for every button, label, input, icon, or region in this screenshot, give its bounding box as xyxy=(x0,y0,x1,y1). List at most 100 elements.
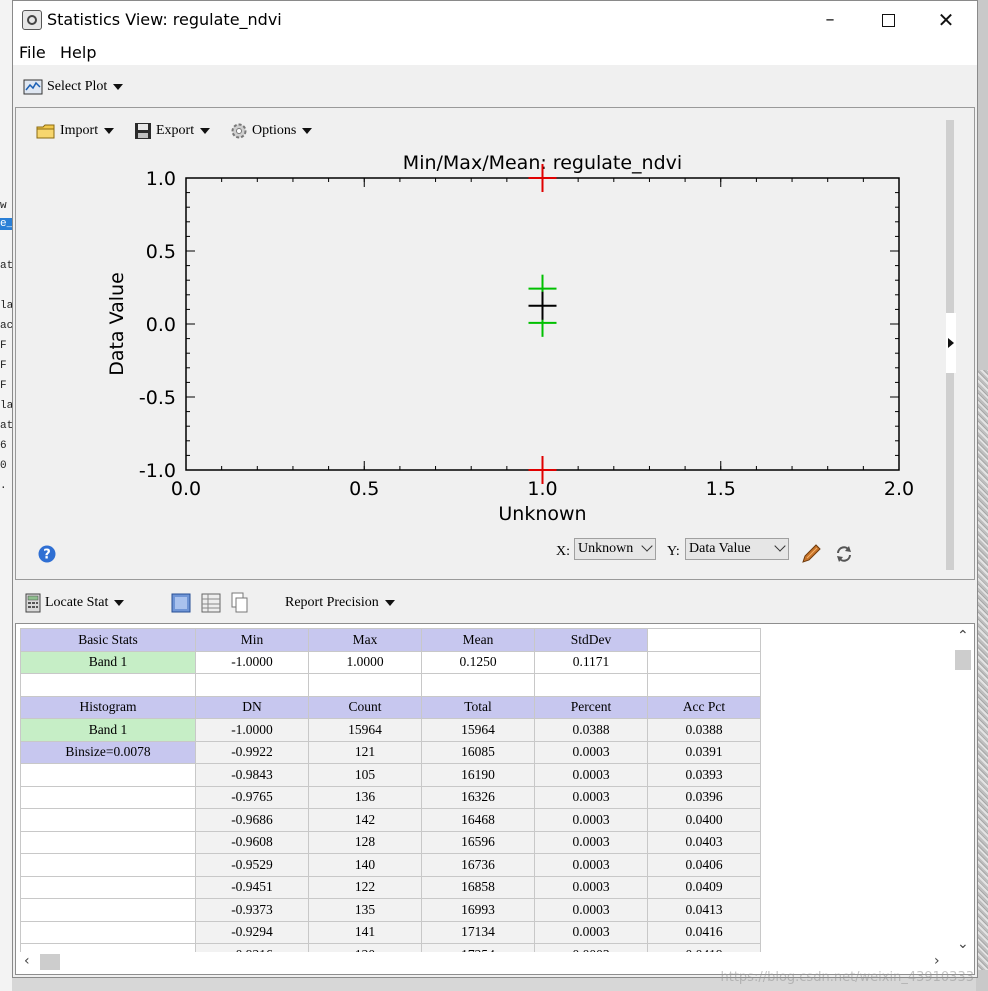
table-cell[interactable]: -0.9608 xyxy=(195,830,309,854)
empty-cell[interactable] xyxy=(647,650,761,674)
table-cell[interactable]: 0.0416 xyxy=(647,920,761,944)
table-cell[interactable]: 0.0003 xyxy=(534,830,648,854)
table-cell[interactable]: 135 xyxy=(308,898,422,922)
table-cell[interactable]: 17134 xyxy=(421,920,535,944)
empty-cell[interactable] xyxy=(760,673,846,696)
empty-cell[interactable] xyxy=(760,808,846,831)
collapse-panel-handle[interactable] xyxy=(946,313,956,373)
binsize-label[interactable]: Binsize=0.0078 xyxy=(20,740,196,764)
table-cell[interactable]: 0.0003 xyxy=(534,853,648,877)
table-cell[interactable]: 0.1171 xyxy=(534,650,648,674)
table-cell[interactable]: 121 xyxy=(308,740,422,764)
table-cell[interactable]: -0.9451 xyxy=(195,875,309,899)
table-cell[interactable]: 0.0003 xyxy=(534,898,648,922)
vertical-scroll-thumb[interactable] xyxy=(955,650,971,670)
table-cell[interactable]: 0.0396 xyxy=(647,785,761,809)
table-cell[interactable]: 128 xyxy=(308,830,422,854)
table-cell[interactable]: 142 xyxy=(308,808,422,832)
empty-cell[interactable] xyxy=(760,628,846,651)
table-cell[interactable]: 1.0000 xyxy=(308,650,422,674)
table-cell[interactable]: -1.0000 xyxy=(195,718,309,742)
x-axis-select[interactable]: Unknown xyxy=(574,538,656,560)
table-cell[interactable]: -0.9765 xyxy=(195,785,309,809)
menu-help[interactable]: Help xyxy=(60,43,96,62)
table-cell[interactable]: 0.0403 xyxy=(647,830,761,854)
table-cell[interactable]: 16596 xyxy=(421,830,535,854)
table-cell[interactable]: 0.0413 xyxy=(647,898,761,922)
menu-file[interactable]: File xyxy=(19,43,46,62)
table-cell[interactable]: 0.0003 xyxy=(534,808,648,832)
empty-cell[interactable] xyxy=(760,853,846,876)
layout-single-icon[interactable] xyxy=(171,593,191,613)
horizontal-scroll-thumb[interactable] xyxy=(40,954,60,970)
row-label[interactable]: Band 1 xyxy=(20,650,196,674)
copy-icon[interactable] xyxy=(231,592,249,614)
empty-cell[interactable] xyxy=(647,628,761,652)
y-axis-select[interactable]: Data Value xyxy=(685,538,789,560)
table-cell[interactable]: 16190 xyxy=(421,763,535,787)
table-cell[interactable]: 0.0409 xyxy=(647,875,761,899)
empty-cell[interactable] xyxy=(760,651,846,674)
empty-cell[interactable] xyxy=(20,853,196,877)
empty-cell[interactable] xyxy=(421,673,535,697)
table-cell[interactable]: 16736 xyxy=(421,853,535,877)
edit-plot-icon[interactable] xyxy=(800,542,822,564)
table-cell[interactable]: 0.0003 xyxy=(534,875,648,899)
column-header[interactable]: Percent xyxy=(534,695,648,719)
empty-cell[interactable] xyxy=(760,921,846,944)
scroll-left-icon[interactable]: ‹ xyxy=(24,953,30,969)
vertical-scrollbar[interactable]: ⌃ ⌄ xyxy=(954,626,972,952)
layout-table-icon[interactable] xyxy=(201,593,221,613)
scroll-right-icon[interactable]: › xyxy=(934,953,940,969)
table-cell[interactable]: -0.9843 xyxy=(195,763,309,787)
column-header[interactable]: Histogram xyxy=(20,695,196,719)
empty-cell[interactable] xyxy=(20,673,196,697)
empty-cell[interactable] xyxy=(20,808,196,832)
minimize-button[interactable]: – xyxy=(801,1,859,39)
empty-cell[interactable] xyxy=(534,673,648,697)
table-cell[interactable]: -0.9373 xyxy=(195,898,309,922)
table-cell[interactable]: 16085 xyxy=(421,740,535,764)
column-header[interactable]: Mean xyxy=(421,628,535,652)
column-header[interactable]: Min xyxy=(195,628,309,652)
scroll-up-icon[interactable]: ⌃ xyxy=(957,628,969,644)
select-plot-button[interactable]: Select Plot xyxy=(23,79,124,95)
horizontal-scrollbar[interactable]: ‹ › xyxy=(18,952,954,972)
table-cell[interactable]: 0.0388 xyxy=(647,718,761,742)
table-cell[interactable]: 0.0003 xyxy=(534,785,648,809)
empty-cell[interactable] xyxy=(760,831,846,854)
empty-cell[interactable] xyxy=(760,876,846,899)
empty-cell[interactable] xyxy=(760,763,846,786)
table-cell[interactable]: 140 xyxy=(308,853,422,877)
column-header[interactable]: DN xyxy=(195,695,309,719)
table-cell[interactable]: 0.0388 xyxy=(534,718,648,742)
column-header[interactable]: Acc Pct xyxy=(647,695,761,719)
table-cell[interactable]: 16326 xyxy=(421,785,535,809)
table-cell[interactable]: 122 xyxy=(308,875,422,899)
scroll-down-icon[interactable]: ⌄ xyxy=(957,936,969,952)
refresh-icon[interactable] xyxy=(834,544,854,564)
column-header[interactable]: Total xyxy=(421,695,535,719)
table-cell[interactable]: 105 xyxy=(308,763,422,787)
table-cell[interactable]: 0.0406 xyxy=(647,853,761,877)
table-cell[interactable]: -1.0000 xyxy=(195,650,309,674)
table-cell[interactable]: 15964 xyxy=(308,718,422,742)
column-header[interactable]: StdDev xyxy=(534,628,648,652)
empty-cell[interactable] xyxy=(20,785,196,809)
table-cell[interactable]: 0.0393 xyxy=(647,763,761,787)
table-cell[interactable]: 0.0003 xyxy=(534,763,648,787)
table-cell[interactable]: -0.9529 xyxy=(195,853,309,877)
table-cell[interactable]: -0.9686 xyxy=(195,808,309,832)
empty-cell[interactable] xyxy=(20,830,196,854)
table-cell[interactable]: 141 xyxy=(308,920,422,944)
table-cell[interactable]: 16993 xyxy=(421,898,535,922)
stats-chart[interactable]: Min/Max/Mean: regulate_ndvi0.0 0.5 1.0 1.5 2… xyxy=(16,108,974,579)
empty-cell[interactable] xyxy=(195,673,309,697)
locate-stat-button[interactable]: Locate Stat xyxy=(25,593,125,613)
empty-cell[interactable] xyxy=(308,673,422,697)
table-cell[interactable]: 0.0003 xyxy=(534,740,648,764)
empty-cell[interactable] xyxy=(760,786,846,809)
table-cell[interactable]: 0.0400 xyxy=(647,808,761,832)
empty-cell[interactable] xyxy=(760,741,846,764)
table-cell[interactable]: 16858 xyxy=(421,875,535,899)
